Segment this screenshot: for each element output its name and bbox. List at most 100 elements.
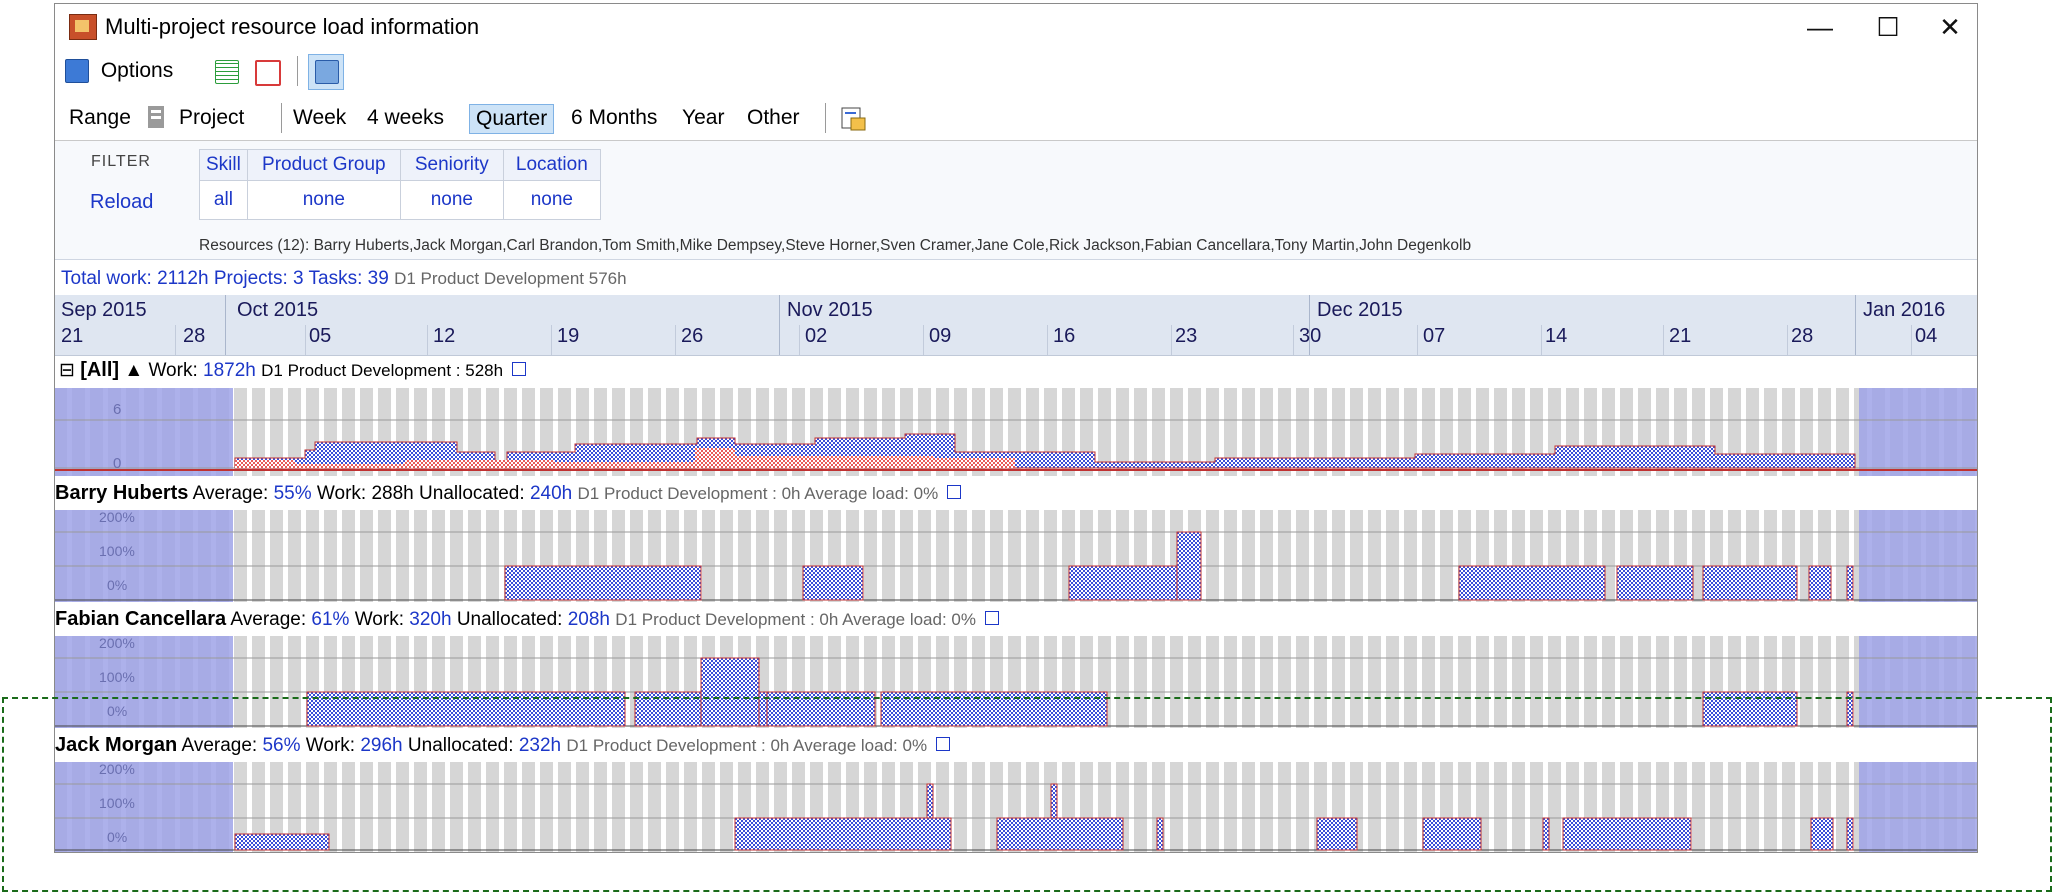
options-label: Options	[100, 59, 174, 82]
week-divider	[175, 325, 176, 355]
day-label: 12	[433, 325, 456, 347]
filter-value-seniority[interactable]: none	[399, 180, 504, 220]
month-divider	[1855, 295, 1856, 355]
week-divider	[1911, 325, 1912, 355]
week-divider	[1541, 325, 1542, 355]
range-separator	[281, 103, 282, 133]
range-4-weeks[interactable]: 4 weeks	[361, 104, 450, 132]
close-button[interactable]: ✕	[1923, 8, 1977, 46]
filter-col-product-group[interactable]: Product Group	[246, 149, 401, 181]
day-label: 02	[805, 325, 828, 347]
average-label: Average:	[230, 609, 307, 630]
month-label: Oct 2015	[237, 299, 319, 321]
collapse-toggle[interactable]: ⊟	[59, 360, 75, 381]
maximize-button[interactable]: ☐	[1861, 8, 1915, 46]
week-divider	[305, 325, 306, 355]
average-value: 55%	[273, 483, 312, 504]
week-divider	[675, 325, 676, 355]
out-of-range-left	[55, 388, 233, 476]
day-label: 21	[61, 325, 84, 347]
week-divider	[923, 325, 924, 355]
load-bar	[1176, 531, 1202, 601]
month-label: Dec 2015	[1317, 299, 1403, 321]
day-label: 07	[1423, 325, 1446, 347]
resource-row-header: Barry Huberts Average: 55% Work: 288h Un…	[55, 482, 1977, 505]
project-range-button[interactable]: Project	[173, 104, 250, 132]
projects-label: Projects:	[213, 268, 288, 289]
range-other[interactable]: Other	[741, 104, 806, 132]
axis-label: 200%	[99, 636, 135, 651]
week-divider	[799, 325, 800, 355]
unallocated-label: Unallocated:	[419, 483, 525, 504]
axis-label: 0%	[107, 577, 127, 593]
filter-col-seniority[interactable]: Seniority	[399, 149, 504, 181]
details-icon[interactable]	[947, 484, 962, 499]
filter-value-skill[interactable]: all	[199, 180, 248, 220]
details-icon[interactable]	[512, 361, 527, 376]
title-bar: Multi-project resource load information …	[55, 4, 1977, 50]
range-week[interactable]: Week	[287, 104, 352, 132]
options-button[interactable]: Options	[65, 54, 197, 88]
project-note: D1 Product Development : 528h	[261, 361, 504, 380]
range-separator-2	[825, 103, 826, 133]
main-toolbar: Options	[55, 52, 1977, 92]
week-divider	[427, 325, 428, 355]
month-label: Sep 2015	[61, 299, 147, 321]
load-view-icon	[315, 60, 339, 84]
day-label: 28	[183, 325, 206, 347]
load-view-button[interactable]	[308, 54, 344, 90]
project-note: D1 Product Development : 0h Average load…	[577, 484, 939, 503]
work-value: 1872h	[203, 360, 256, 381]
filter-panel: FILTER Reload Skill Product Group Senior…	[55, 141, 1977, 260]
grid-icon	[215, 60, 239, 84]
day-label: 05	[309, 325, 332, 347]
sort-indicator-icon[interactable]: ▲	[124, 360, 143, 381]
range-6-months[interactable]: 6 Months	[565, 104, 663, 132]
day-label: 30	[1299, 325, 1322, 347]
options-icon	[65, 59, 89, 84]
filter-value-location[interactable]: none	[502, 180, 601, 220]
filter-table: Skill Product Group Seniority Location a…	[199, 149, 601, 220]
average-value: 61%	[311, 609, 350, 630]
week-divider	[1417, 325, 1418, 355]
load-bar	[1702, 565, 1798, 601]
filter-value-product-group[interactable]: none	[246, 180, 401, 220]
resource-name[interactable]: Fabian Cancellara	[55, 608, 226, 630]
group-all-header: ⊟ [All] ▲ Work: 1872h D1 Product Develop…	[55, 359, 1977, 382]
month-label: Jan 2016	[1863, 299, 1946, 321]
group-name: [All]	[80, 359, 120, 381]
range-label: Range	[69, 106, 131, 129]
day-label: 21	[1669, 325, 1692, 347]
unallocated-value: 208h	[567, 609, 611, 630]
total-work-value: 2112h	[157, 268, 209, 289]
range-year[interactable]: Year	[676, 104, 730, 132]
project-note: D1 Product Development 576h	[394, 269, 627, 288]
summary-line: Total work: 2112h Projects: 3 Tasks: 39 …	[61, 268, 627, 290]
filter-col-skill[interactable]: Skill	[199, 149, 248, 181]
month-label: Nov 2015	[787, 299, 873, 321]
export-icon	[841, 107, 866, 131]
load-bar	[1616, 565, 1694, 601]
barry-load-chart: 200% 100% 0%	[55, 510, 1977, 602]
project-note: D1 Product Development : 0h Average load…	[615, 610, 976, 629]
day-label: 28	[1791, 325, 1814, 347]
resource-name[interactable]: Barry Huberts	[55, 482, 188, 504]
work-label: Work:	[354, 609, 404, 630]
reload-link[interactable]: Reload	[90, 191, 153, 214]
filter-col-location[interactable]: Location	[502, 149, 601, 181]
chart-view-button[interactable]	[255, 54, 285, 88]
range-toolbar: Range Project Week 4 weeks Quarter 6 Mon…	[55, 96, 1977, 141]
week-divider	[1663, 325, 1664, 355]
details-icon[interactable]	[985, 610, 1000, 625]
grid-view-button[interactable]	[215, 54, 245, 88]
load-bar	[802, 565, 864, 601]
toolbar-separator	[297, 56, 298, 86]
week-divider	[1293, 325, 1294, 355]
resource-row-header: Fabian Cancellara Average: 61% Work: 320…	[55, 608, 1977, 631]
export-button[interactable]	[839, 104, 869, 132]
minimize-button[interactable]: —	[1793, 8, 1847, 46]
range-quarter[interactable]: Quarter	[469, 104, 555, 134]
work-value: 320h	[409, 609, 452, 630]
load-bar	[1458, 565, 1606, 601]
unallocated-value: 240h	[529, 483, 573, 504]
